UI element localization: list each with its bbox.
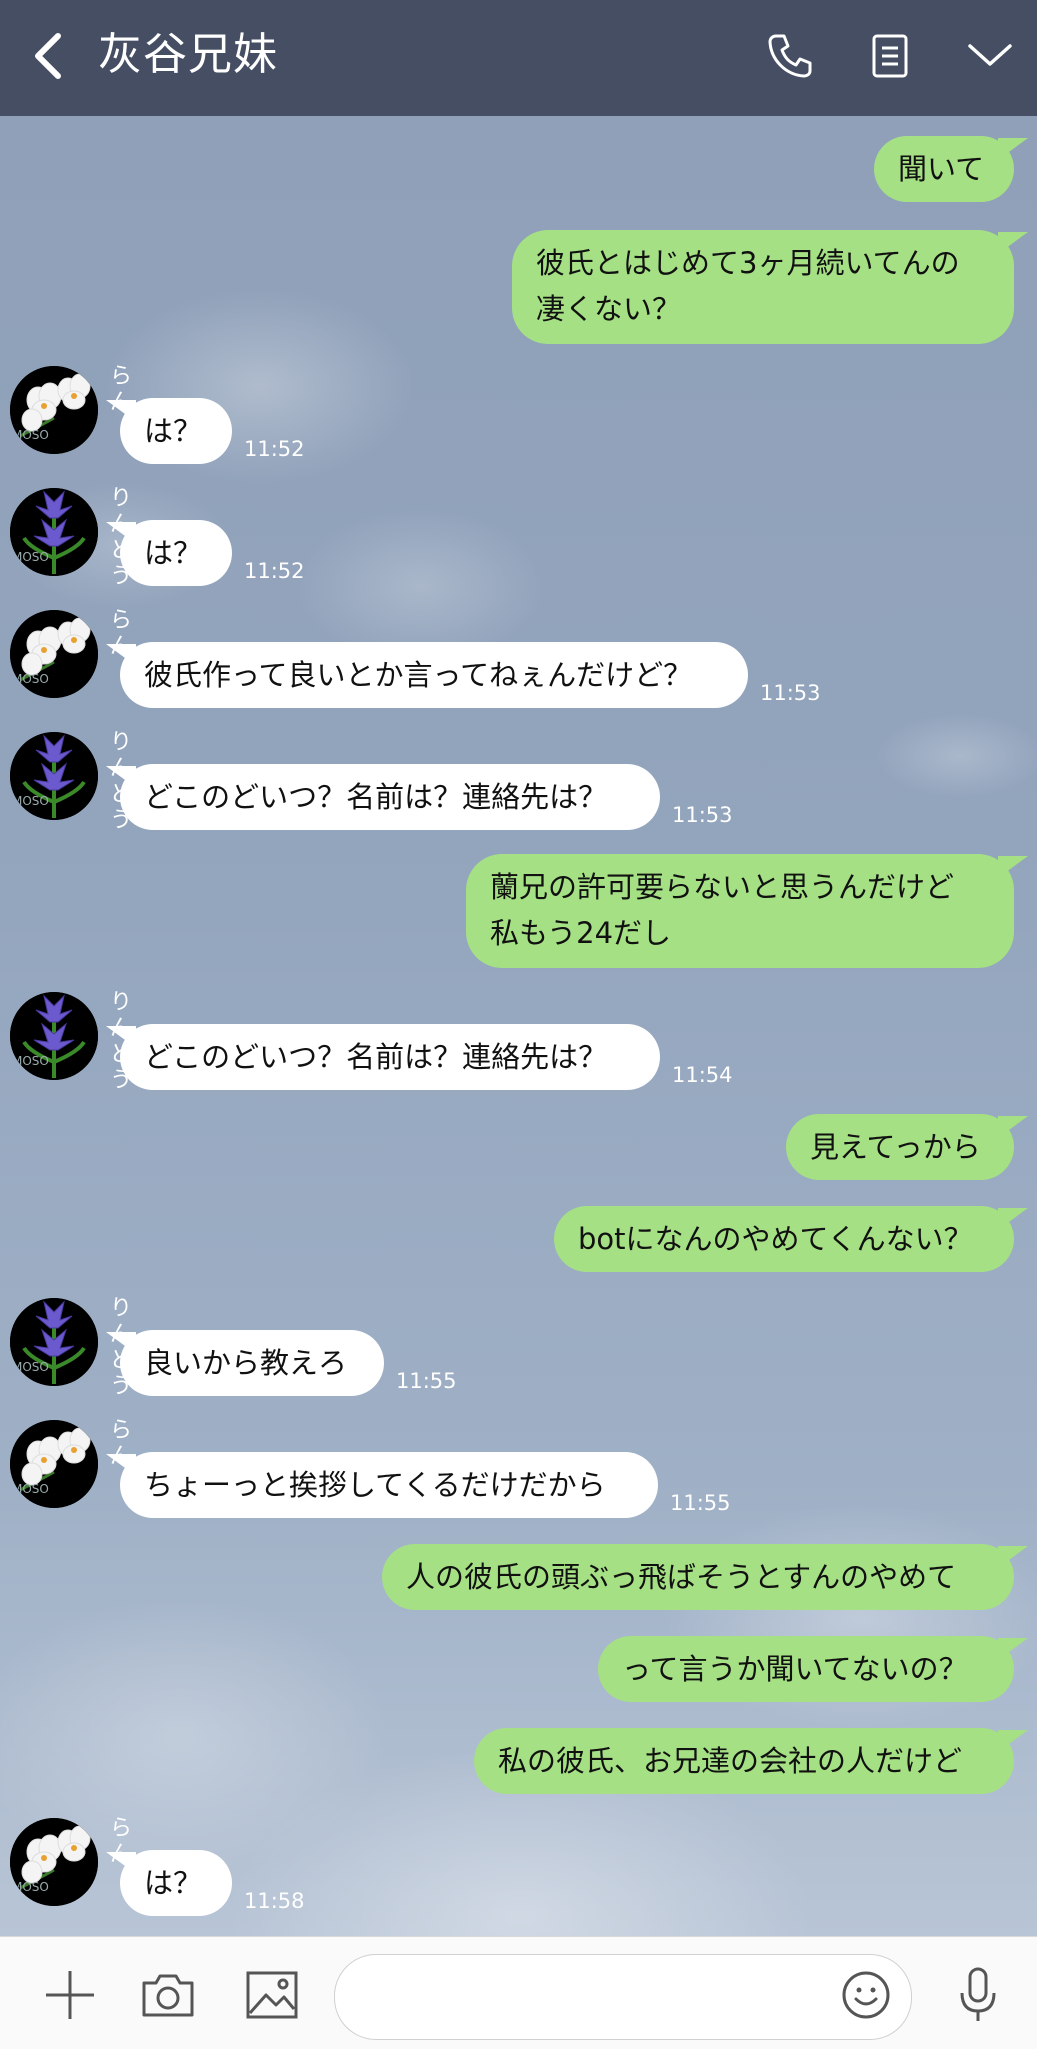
message-bubble[interactable]: ちょーっと挨拶してくるだけだから (120, 1452, 658, 1518)
back-icon[interactable] (30, 32, 64, 80)
message-bubble[interactable]: どこのどいつ？名前は？連絡先は？ (120, 764, 660, 830)
message-text: 私の彼氏、お兄達の会社の人だけど (498, 1744, 963, 1778)
message-input[interactable] (334, 1954, 912, 2040)
input-bar (0, 1936, 1037, 2049)
avatar[interactable]: MOSO (10, 610, 98, 698)
chat-area[interactable]: 聞いて既読 211:52彼氏とはじめて3ヶ月続いてんの凄くない？既読 211:5… (0, 116, 1037, 1936)
avatar[interactable]: MOSO (10, 732, 98, 820)
microphone-icon[interactable] (948, 1965, 1008, 2025)
message-bubble[interactable]: 聞いて (874, 136, 1014, 202)
message-text: 彼氏作って良いとか言ってねぇんだけど？ (144, 658, 693, 692)
message-text: 蘭兄の許可要らないと思うんだけど (490, 870, 955, 904)
message-bubble[interactable]: 彼氏とはじめて3ヶ月続いてんの 凄くない？ (512, 230, 1014, 344)
message-time: 11:54 (672, 1063, 733, 1087)
avatar-watermark: MOSO (12, 550, 49, 564)
message-time: 11:52 (244, 559, 305, 583)
chat-title: 灰谷兄妹 (98, 29, 278, 80)
message-bubble[interactable]: は？ (120, 398, 232, 464)
message-time: 11:53 (760, 681, 821, 705)
message-time: 11:58 (244, 1889, 305, 1913)
message-bubble[interactable]: 人の彼氏の頭ぶっ飛ばそうとすんのやめて (382, 1544, 1014, 1610)
avatar[interactable]: MOSO (10, 1818, 98, 1906)
sender-name: りんどう (110, 730, 133, 833)
message-bubble[interactable]: 良いから教えろ (120, 1330, 384, 1396)
sender-name: らん (110, 1816, 133, 1867)
emoji-icon[interactable] (836, 1965, 896, 2025)
plus-icon[interactable] (40, 1965, 100, 2025)
avatar[interactable]: MOSO (10, 366, 98, 454)
message-bubble[interactable]: botになんのやめてくんない？ (554, 1206, 1014, 1272)
sender-name: りんどう (110, 1296, 133, 1399)
camera-icon[interactable] (138, 1965, 198, 2025)
notes-icon[interactable] (862, 28, 918, 84)
avatar[interactable]: MOSO (10, 488, 98, 576)
message-bubble[interactable]: って言うか聞いてないの？ (598, 1636, 1014, 1702)
avatar[interactable]: MOSO (10, 1298, 98, 1386)
message-bubble[interactable]: は？ (120, 520, 232, 586)
chevron-down-icon[interactable] (962, 28, 1018, 84)
message-time: 11:55 (670, 1491, 731, 1515)
avatar[interactable]: MOSO (10, 1420, 98, 1508)
message-bubble[interactable]: どこのどいつ？名前は？連絡先は？ (120, 1024, 660, 1090)
avatar[interactable]: MOSO (10, 992, 98, 1080)
message-text: って言うか聞いてないの？ (622, 1652, 968, 1686)
message-bubble[interactable]: 蘭兄の許可要らないと思うんだけど 私もう24だし (466, 854, 1014, 968)
message-text: 私もう24だし (490, 916, 672, 950)
message-text: 見えてっから (810, 1130, 981, 1164)
message-text: ちょーっと挨拶してくるだけだから (144, 1468, 606, 1502)
sender-name: らん (110, 608, 133, 659)
sender-name: りんどう (110, 486, 133, 589)
message-bubble[interactable]: 見えてっから (786, 1114, 1014, 1180)
avatar-watermark: MOSO (12, 672, 49, 686)
avatar-watermark: MOSO (12, 794, 49, 808)
sender-name: らん (110, 1418, 133, 1469)
sender-name: りんどう (110, 990, 133, 1093)
chat-header: 灰谷兄妹 (0, 0, 1037, 116)
message-time: 11:53 (672, 803, 733, 827)
message-text: どこのどいつ？名前は？連絡先は？ (144, 1040, 608, 1074)
message-time: 11:55 (396, 1369, 457, 1393)
image-icon[interactable] (242, 1965, 302, 2025)
message-bubble[interactable]: は？ (120, 1850, 232, 1916)
message-text: は？ (144, 536, 203, 570)
phone-icon[interactable] (762, 28, 818, 84)
message-text: 凄くない？ (536, 292, 682, 326)
avatar-watermark: MOSO (12, 428, 49, 442)
sender-name: らん (110, 364, 133, 415)
message-time: 11:52 (244, 437, 305, 461)
message-text: 良いから教えろ (144, 1346, 348, 1380)
message-bubble[interactable]: 私の彼氏、お兄達の会社の人だけど (474, 1728, 1014, 1794)
message-bubble[interactable]: 彼氏作って良いとか言ってねぇんだけど？ (120, 642, 748, 708)
message-text: botになんのやめてくんない？ (578, 1222, 973, 1256)
avatar-watermark: MOSO (12, 1880, 49, 1894)
message-text: どこのどいつ？名前は？連絡先は？ (144, 780, 608, 814)
message-text: 聞いて (898, 152, 985, 186)
avatar-watermark: MOSO (12, 1482, 49, 1496)
message-text: は？ (144, 1866, 203, 1900)
avatar-watermark: MOSO (12, 1360, 49, 1374)
avatar-watermark: MOSO (12, 1054, 49, 1068)
message-text: 人の彼氏の頭ぶっ飛ばそうとすんのやめて (406, 1560, 957, 1594)
message-text: 彼氏とはじめて3ヶ月続いてんの (536, 246, 960, 280)
message-text: は？ (144, 414, 203, 448)
